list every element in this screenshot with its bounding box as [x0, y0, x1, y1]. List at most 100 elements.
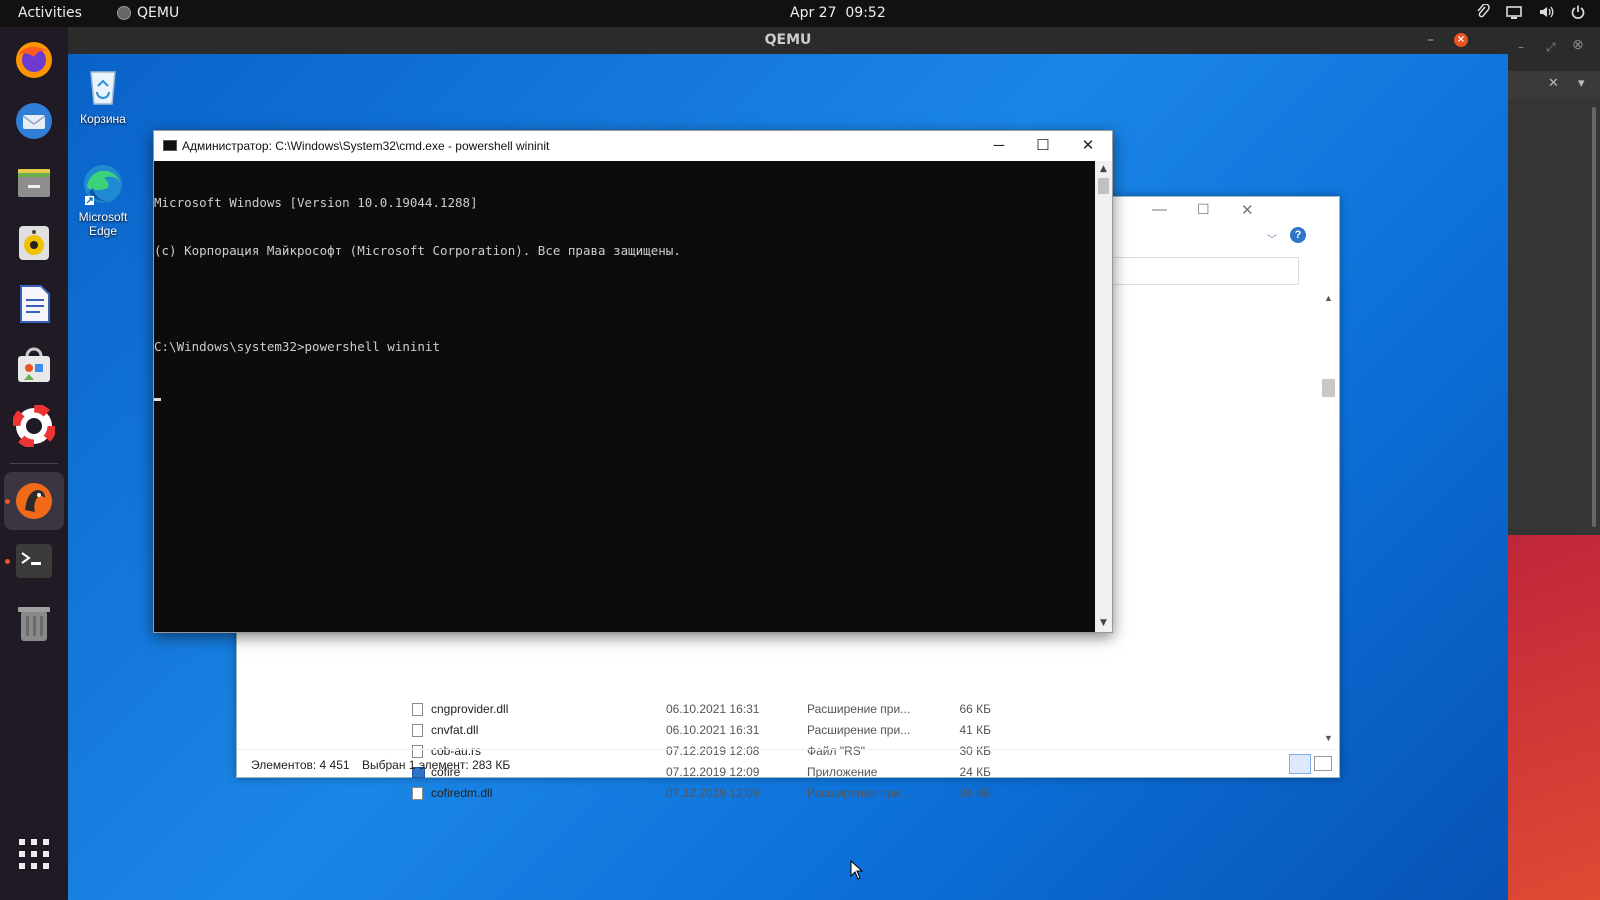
ribbon-expand-icon[interactable]: ﹀: [1267, 231, 1277, 246]
explorer-close-button[interactable]: ✕: [1241, 201, 1254, 219]
file-size: 34 КБ: [959, 786, 991, 800]
show-applications-icon[interactable]: [12, 832, 56, 876]
cmd-maximize-button[interactable]: ☐: [1028, 135, 1058, 157]
running-indicator: [5, 559, 10, 564]
volume-icon[interactable]: [1538, 4, 1554, 24]
explorer-vscroll[interactable]: ▲ ▼: [1320, 289, 1337, 751]
cmd-app-icon: [163, 140, 177, 151]
qemu-minimize-button[interactable]: –: [1427, 27, 1434, 54]
qemu-close-button[interactable]: ×: [1454, 33, 1468, 47]
help-button-icon[interactable]: ?: [1290, 227, 1306, 243]
cmd-scroll-thumb[interactable]: [1098, 178, 1109, 194]
terminal-icon[interactable]: [12, 539, 56, 583]
app-menu-label: QEMU: [137, 5, 180, 21]
address-bar[interactable]: 2: [1097, 257, 1299, 285]
paperclip-icon[interactable]: [1476, 3, 1490, 24]
file-name: cnvfat.dll: [431, 723, 479, 737]
mouse-pointer-icon: [850, 860, 864, 880]
qemu-window-titlebar: QEMU – ×: [68, 27, 1508, 54]
cmd-scroll-up-icon[interactable]: ▲: [1095, 161, 1112, 178]
file-type: Расширение при...: [807, 786, 911, 800]
help-icon[interactable]: [12, 404, 56, 448]
qemu-dock-icon[interactable]: [4, 472, 64, 530]
tiles-view-icon[interactable]: [1314, 756, 1332, 771]
edge-icon: [81, 162, 125, 206]
clock-time: 09:52: [845, 5, 886, 21]
scroll-up-icon[interactable]: ▲: [1324, 293, 1333, 303]
background-window-tabbar: ✕ ▾: [1508, 71, 1600, 99]
software-store-icon[interactable]: [12, 343, 56, 387]
display-icon[interactable]: [1506, 4, 1522, 24]
background-window[interactable]: – ⤢ ⊗ ✕ ▾: [1508, 27, 1600, 535]
clock-date: Apr 27: [790, 5, 837, 21]
dll-file-icon: [412, 787, 423, 800]
power-icon[interactable]: [1570, 4, 1586, 24]
file-date: 07.12.2019 12:09: [666, 786, 760, 800]
cmd-vscroll[interactable]: ▲ ▼: [1095, 161, 1112, 632]
background-window-minimize[interactable]: –: [1518, 40, 1524, 54]
terminal-output[interactable]: Microsoft Windows [Version 10.0.19044.12…: [154, 161, 1094, 634]
writer-icon[interactable]: [12, 282, 56, 326]
cmd-close-button[interactable]: ✕: [1073, 135, 1103, 157]
running-indicator: [5, 499, 10, 504]
terminal-line: Microsoft Windows [Version 10.0.19044.12…: [154, 195, 478, 210]
file-size: 41 КБ: [959, 723, 991, 737]
vm-display[interactable]: Корзина Microsoft Edge — ☐ ✕ ﹀ ? 2 ▲ ▼ c…: [68, 54, 1508, 900]
qemu-window-title: QEMU: [764, 32, 812, 48]
firefox-icon[interactable]: [12, 38, 56, 82]
dock-separator: [10, 463, 58, 464]
recycle-bin-icon: [81, 64, 125, 108]
terminal-line: (c) Корпорация Майкрософт (Microsoft Cor…: [154, 243, 681, 258]
file-date: 06.10.2021 16:31: [666, 723, 760, 737]
edge-label-line2: Edge: [88, 224, 118, 238]
scroll-down-icon[interactable]: ▼: [1324, 733, 1333, 743]
activities-button[interactable]: Activities: [18, 5, 82, 21]
cmd-minimize-button[interactable]: ─: [984, 135, 1014, 157]
dock: [0, 27, 68, 900]
files-icon[interactable]: [12, 160, 56, 204]
file-size: 66 КБ: [959, 702, 991, 716]
edge-shortcut[interactable]: Microsoft Edge: [68, 162, 138, 238]
recycle-bin-label: Корзина: [80, 112, 126, 126]
thunderbird-icon[interactable]: [12, 99, 56, 143]
status-selection: Выбран 1 элемент: 283 КБ: [362, 758, 511, 772]
cmd-scroll-down-icon[interactable]: ▼: [1095, 615, 1112, 632]
scroll-thumb[interactable]: [1322, 379, 1335, 397]
file-name: cngprovider.dll: [431, 702, 509, 716]
system-tray[interactable]: [1476, 3, 1586, 24]
edge-label-line1: Microsoft: [78, 210, 128, 224]
terminal-line: C:\Windows\system32>powershell wininit: [154, 339, 440, 354]
clock[interactable]: Apr 27 09:52: [790, 5, 886, 21]
dll-file-icon: [412, 703, 423, 716]
background-window-header: – ⤢ ⊗: [1508, 27, 1600, 71]
explorer-minimize-button[interactable]: —: [1152, 201, 1167, 218]
file-name: cofiredm.dll: [431, 786, 493, 800]
cmd-titlebar[interactable]: Администратор: C:\Windows\System32\cmd.e…: [154, 131, 1112, 161]
file-type: Расширение при...: [807, 702, 911, 716]
details-view-icon[interactable]: [1289, 754, 1311, 774]
status-bar: Элементов: 4 451 Выбран 1 элемент: 283 К…: [237, 749, 1337, 778]
recycle-bin-shortcut[interactable]: Корзина: [68, 64, 138, 126]
qemu-app-icon: [117, 6, 131, 20]
status-item-count: Элементов: 4 451: [251, 758, 350, 772]
dll-file-icon: [412, 724, 423, 737]
file-row[interactable]: cnvfat.dll 06.10.2021 16:31 Расширение при…: [237, 721, 1317, 742]
trash-icon[interactable]: [12, 600, 56, 644]
tab-menu-icon[interactable]: ▾: [1578, 76, 1585, 91]
top-bar: Activities QEMU Apr 27 09:52: [0, 0, 1600, 27]
cmd-window[interactable]: Администратор: C:\Windows\System32\cmd.e…: [153, 130, 1113, 633]
file-date: 06.10.2021 16:31: [666, 702, 760, 716]
background-window-maximize[interactable]: ⤢: [1546, 40, 1556, 55]
explorer-maximize-button[interactable]: ☐: [1197, 201, 1210, 218]
file-row[interactable]: cngprovider.dll 06.10.2021 16:31 Расширени…: [237, 700, 1317, 721]
rhythmbox-icon[interactable]: [12, 221, 56, 265]
cmd-window-title: Администратор: C:\Windows\System32\cmd.e…: [182, 139, 550, 153]
background-window-close-icon[interactable]: ⊗: [1572, 37, 1584, 53]
background-window-scrollbar[interactable]: [1592, 107, 1596, 527]
app-menu[interactable]: QEMU: [117, 5, 179, 21]
file-type: Расширение при...: [807, 723, 911, 737]
file-row[interactable]: cofiredm.dll 07.12.2019 12:09 Расширение п…: [237, 784, 1317, 805]
terminal-cursor: [154, 398, 161, 401]
tab-close-icon[interactable]: ✕: [1548, 76, 1559, 91]
